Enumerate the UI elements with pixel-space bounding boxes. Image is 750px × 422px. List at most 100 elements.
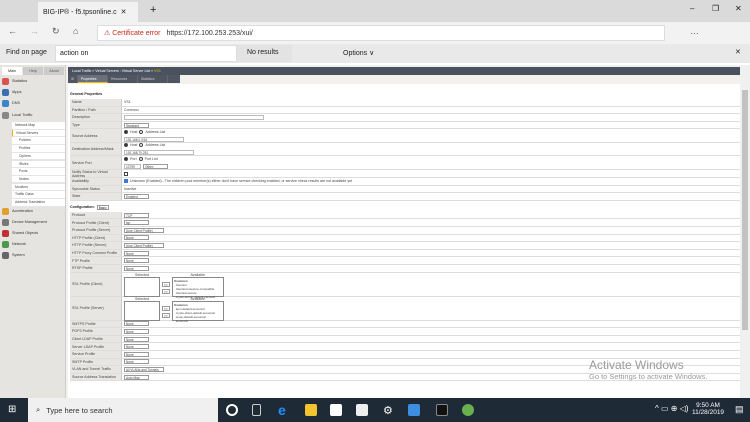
- sidebar-item-statistics[interactable]: Statistics: [2, 76, 64, 86]
- sidebar-tab-main[interactable]: Main: [2, 67, 22, 75]
- tab-statistics[interactable]: Statistics: [138, 75, 168, 83]
- new-tab-icon[interactable]: +: [150, 4, 156, 16]
- remote-desktop-icon[interactable]: [408, 404, 420, 416]
- sidebar-item-shared-objects[interactable]: Shared Objects: [2, 228, 64, 238]
- tab-resources[interactable]: Resources: [108, 75, 138, 83]
- certificate-error[interactable]: ⚠ Certificate error: [104, 29, 160, 37]
- select-dropdown[interactable]: Auto Map: [124, 374, 149, 380]
- select-dropdown[interactable]: None: [124, 265, 149, 271]
- browser-tab[interactable]: BIG-IP® - f5.tpsonline.c ✕: [38, 2, 138, 22]
- select-dropdown[interactable]: None: [124, 328, 149, 334]
- paint-icon[interactable]: [462, 404, 474, 416]
- move-right-button[interactable]: >>: [162, 312, 170, 318]
- taskbar-search[interactable]: ⌕ Type here to search: [28, 398, 218, 422]
- settings-icon[interactable]: ⚙: [383, 404, 395, 417]
- select-dropdown[interactable]: None: [124, 235, 149, 241]
- text-input[interactable]: 192.168.70.251: [124, 150, 194, 156]
- more-icon[interactable]: …: [690, 26, 699, 36]
- file-explorer-icon[interactable]: [305, 404, 317, 416]
- select-dropdown[interactable]: (Use Client Profile): [124, 242, 164, 248]
- select-dropdown[interactable]: None: [124, 359, 149, 365]
- listbox-option[interactable]: crypto-client-default-serverssl: [174, 311, 222, 315]
- sidebar-tab-about[interactable]: About: [44, 67, 64, 75]
- selected-listbox[interactable]: [124, 276, 160, 297]
- find-options-button[interactable]: Options ∨: [343, 49, 374, 57]
- back-icon[interactable]: ←: [8, 26, 17, 36]
- refresh-icon[interactable]: ↻: [52, 26, 60, 37]
- available-listbox[interactable]: /Common clientssl clientssl-insecure-compa…: [171, 276, 224, 299]
- clock[interactable]: 9:50 AM 11/28/2019: [692, 402, 724, 416]
- submenu-item-irules[interactable]: iRules: [12, 160, 65, 169]
- select-dropdown[interactable]: None: [124, 321, 149, 327]
- gear-menu-icon[interactable]: ⚙: [68, 75, 78, 83]
- sidebar-tab-help[interactable]: Help: [23, 67, 43, 75]
- submenu-item-policies[interactable]: Policies: [12, 137, 65, 145]
- mail-icon[interactable]: [356, 404, 368, 416]
- radio-port[interactable]: [124, 156, 128, 161]
- select-dropdown[interactable]: Standard: [124, 122, 149, 128]
- system-tray-icons[interactable]: ^ ▭ ⊕ ◁): [655, 404, 689, 413]
- sidebar-item-dns[interactable]: DNS: [2, 98, 64, 108]
- terminal-icon[interactable]: [436, 404, 448, 416]
- submenu-item-ciphers[interactable]: Ciphers: [12, 152, 65, 161]
- selected-listbox[interactable]: [124, 300, 160, 321]
- text-input[interactable]: 192.168.0.0/16: [124, 136, 184, 142]
- select-dropdown[interactable]: None: [124, 351, 149, 357]
- radio-host[interactable]: [124, 129, 128, 134]
- submenu-item-profiles[interactable]: Profiles: [12, 145, 65, 153]
- task-view-icon[interactable]: [252, 404, 261, 416]
- url-field[interactable]: ⚠ Certificate error https://172.100.253.…: [97, 25, 665, 41]
- sidebar-item-device-management[interactable]: Device Management: [2, 217, 64, 227]
- breadcrumb-path[interactable]: Local Traffic » Virtual Servers : Virtua…: [72, 69, 154, 73]
- select-dropdown[interactable]: None: [124, 250, 149, 256]
- select-dropdown[interactable]: tcp: [124, 220, 149, 226]
- move-left-button[interactable]: <<: [162, 281, 170, 287]
- sidebar-item-system[interactable]: System: [2, 250, 64, 260]
- sidebar-item-iapps[interactable]: iApps: [2, 87, 64, 97]
- close-tab-icon[interactable]: ✕: [121, 8, 127, 16]
- windows-start-icon[interactable]: ⊞: [8, 404, 16, 415]
- select-dropdown[interactable]: None: [124, 344, 149, 350]
- available-listbox[interactable]: /Common apm-default-serverssl crypto-clien…: [171, 300, 224, 323]
- submenu-item-virtual-servers[interactable]: Virtual Servers: [12, 129, 65, 138]
- find-input[interactable]: action on: [55, 45, 237, 62]
- text-input[interactable]: [124, 114, 264, 120]
- configuration-mode-select[interactable]: Basic: [96, 204, 109, 210]
- forward-icon[interactable]: →: [30, 26, 39, 36]
- sidebar-item-local-traffic[interactable]: Local Traffic: [2, 110, 64, 120]
- scrollbar-thumb[interactable]: [742, 90, 748, 330]
- close-find-icon[interactable]: ✕: [735, 48, 741, 56]
- submenu-item-nodes[interactable]: Nodes: [12, 175, 65, 184]
- radio-address-list[interactable]: [139, 143, 144, 148]
- select-dropdown[interactable]: Other:: [143, 163, 168, 169]
- submenu-item-pools[interactable]: Pools: [12, 168, 65, 176]
- select-dropdown[interactable]: None: [124, 336, 149, 342]
- store-icon[interactable]: [330, 404, 342, 416]
- move-right-button[interactable]: >>: [162, 288, 170, 294]
- edge-icon[interactable]: e: [278, 403, 290, 417]
- submenu-item-network-map[interactable]: Network Map: [12, 122, 65, 130]
- close-window-icon[interactable]: ✕: [735, 4, 742, 13]
- tab-properties[interactable]: Properties: [78, 75, 108, 83]
- select-dropdown[interactable]: TCP: [124, 212, 149, 218]
- select-dropdown[interactable]: All VLANs and Tunnels: [124, 366, 164, 372]
- select-dropdown[interactable]: (Use Client Profile): [124, 227, 164, 233]
- sidebar-item-network[interactable]: Network: [2, 239, 64, 249]
- radio-address-list[interactable]: [139, 129, 144, 134]
- minimize-icon[interactable]: –: [690, 4, 694, 13]
- checkbox[interactable]: [124, 171, 128, 176]
- select-dropdown[interactable]: Enabled: [124, 193, 149, 199]
- maximize-icon[interactable]: ❐: [712, 4, 719, 13]
- home-icon[interactable]: ⌂: [73, 26, 78, 36]
- submenu-item-traffic-class[interactable]: Traffic Class: [12, 191, 65, 199]
- radio-port-list[interactable]: [138, 156, 143, 161]
- radio-host[interactable]: [124, 143, 128, 148]
- submenu-item-monitors[interactable]: Monitors: [12, 183, 65, 192]
- field-label: Source Address: [70, 129, 122, 142]
- select-dropdown[interactable]: None: [124, 258, 149, 264]
- text-input[interactable]: 10799: [124, 163, 141, 169]
- notifications-icon[interactable]: ▤: [735, 404, 744, 415]
- move-left-button[interactable]: <<: [162, 305, 170, 311]
- sidebar-item-acceleration[interactable]: Acceleration: [2, 206, 64, 216]
- cortana-icon[interactable]: [226, 404, 238, 416]
